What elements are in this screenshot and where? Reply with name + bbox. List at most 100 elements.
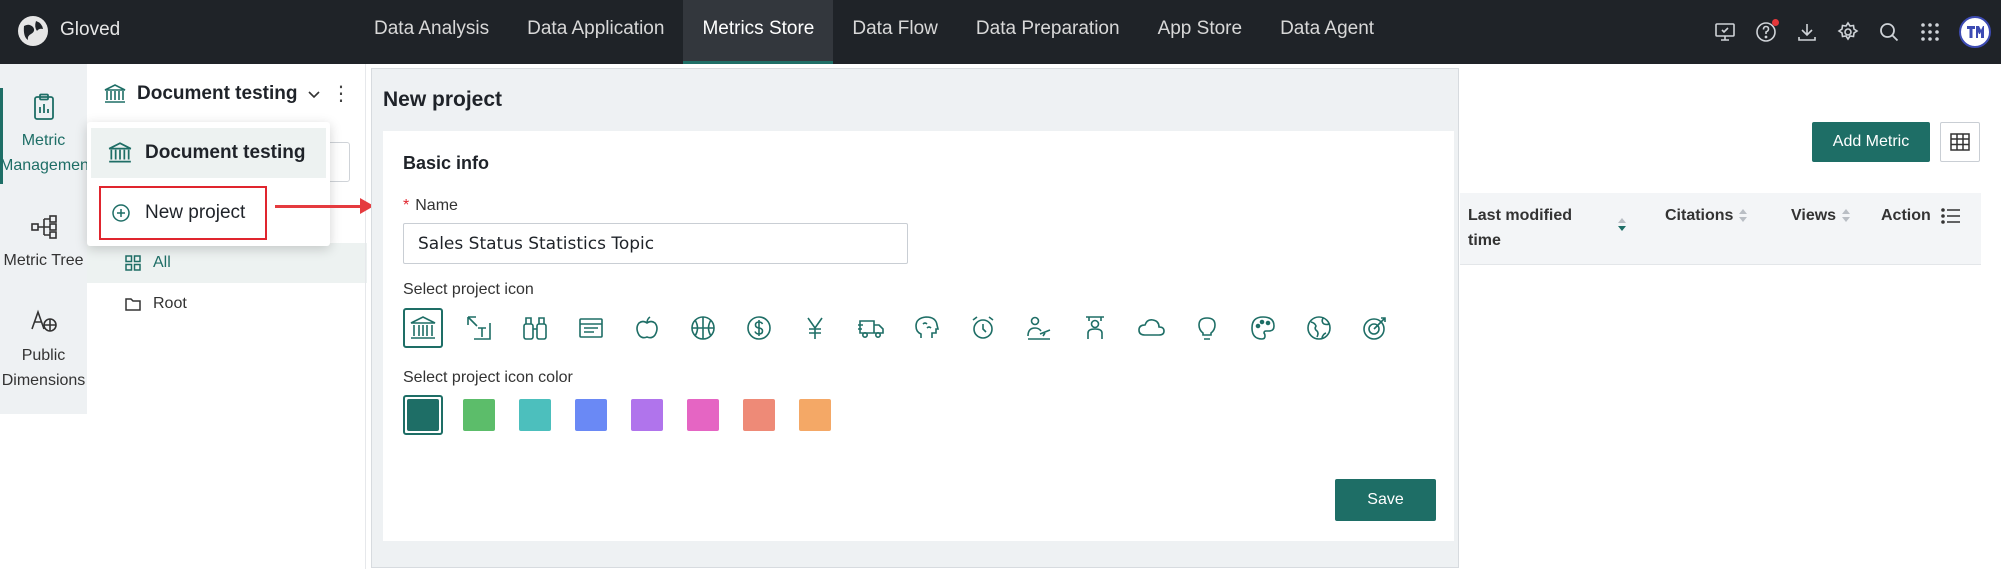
globe-logo-icon[interactable] [16, 14, 50, 48]
icon-option-apple[interactable] [627, 308, 667, 348]
nav-app-store[interactable]: App Store [1139, 0, 1262, 64]
sort-icon[interactable] [1618, 218, 1626, 232]
new-project-button[interactable]: New project [99, 186, 267, 240]
palette-icon [1251, 316, 1275, 340]
color-swatch [575, 399, 607, 431]
color-option-cyan[interactable] [515, 395, 555, 435]
icon-option-person-plane[interactable] [1019, 308, 1059, 348]
person-plane-icon [1027, 316, 1051, 340]
dropdown-item-document-testing[interactable]: Document testing [91, 128, 326, 178]
name-field-label: * Name [403, 197, 458, 215]
lightbulb-icon [1198, 317, 1216, 340]
notification-dot [1772, 18, 1779, 26]
color-swatch [687, 399, 719, 431]
color-option-salmon[interactable] [739, 395, 779, 435]
column-label: Action [1881, 207, 1931, 224]
icon-option-lightbulb[interactable] [1187, 308, 1227, 348]
table-settings-button[interactable] [1940, 122, 1980, 162]
add-metric-button[interactable]: Add Metric [1812, 122, 1930, 162]
brand-name: Gloved [60, 19, 121, 40]
nav-metrics-store[interactable]: Metrics Store [683, 0, 834, 64]
icon-select-label: Select project icon [403, 281, 534, 298]
save-button[interactable]: Save [1335, 479, 1436, 521]
icon-option-teacher[interactable] [1075, 308, 1115, 348]
user-avatar[interactable] [1959, 16, 1991, 48]
tree-icon [30, 215, 57, 239]
bank-icon [108, 142, 132, 163]
column-label: Views [1791, 207, 1837, 224]
nav-data-preparation[interactable]: Data Preparation [957, 0, 1139, 64]
icon-option-cloud[interactable] [1131, 308, 1171, 348]
icon-option-globe[interactable] [1299, 308, 1339, 348]
add-circle-icon [112, 204, 130, 222]
icon-option-alarm-clock[interactable] [963, 308, 1003, 348]
icon-option-news[interactable] [571, 308, 611, 348]
dropdown-item-label: Document testing [145, 142, 306, 163]
icon-option-yen[interactable] [795, 308, 835, 348]
nav-data-flow[interactable]: Data Flow [833, 0, 957, 64]
text-resize-icon [467, 316, 491, 340]
monitor-icon[interactable] [1713, 21, 1736, 44]
color-swatch [799, 399, 831, 431]
color-option-pink[interactable] [683, 395, 723, 435]
chevron-down-icon [308, 91, 321, 99]
icon-option-text-resize[interactable] [459, 308, 499, 348]
folder-item-all[interactable]: All [87, 243, 367, 283]
new-project-modal: New project Basic info * Name Select proj… [371, 68, 1459, 568]
color-option-orange[interactable] [795, 395, 835, 435]
column-label: Citations [1665, 207, 1734, 224]
nav-data-agent[interactable]: Data Agent [1261, 0, 1393, 64]
settings-icon[interactable] [1836, 21, 1859, 44]
list-icon[interactable] [1940, 207, 1961, 225]
help-icon[interactable] [1754, 18, 1779, 44]
color-option-green[interactable] [459, 395, 499, 435]
column-label: Last modified [1468, 207, 1573, 224]
icon-option-dollar[interactable] [739, 308, 779, 348]
icon-option-basketball[interactable] [683, 308, 723, 348]
sort-icon[interactable] [1739, 208, 1748, 223]
binoculars-icon [523, 317, 547, 340]
color-option-blue[interactable] [571, 395, 611, 435]
column-views[interactable]: Views [1791, 203, 1851, 228]
rail-item-public-dimensions[interactable]: Public Dimensions [0, 307, 87, 393]
truck-icon [858, 320, 884, 338]
rail-item-metric-management[interactable]: Metric Managemen [0, 92, 89, 178]
apps-grid-icon[interactable] [1918, 21, 1941, 44]
annotation-arrow [275, 205, 369, 208]
sort-icon[interactable] [1842, 208, 1851, 223]
folder-item-root[interactable]: Root [87, 284, 367, 324]
column-last-modified[interactable]: Last modified time [1468, 203, 1572, 253]
nav-data-analysis[interactable]: Data Analysis [355, 0, 508, 64]
more-options-icon[interactable]: ⋮ [331, 84, 351, 104]
required-mark: * [403, 197, 410, 214]
modal-body: Basic info * Name Select project icon [383, 131, 1454, 541]
icon-option-palette[interactable] [1243, 308, 1283, 348]
color-select-label: Select project icon color [403, 369, 573, 386]
project-selector[interactable]: Document testing [103, 82, 321, 106]
target-icon [1363, 317, 1386, 340]
column-action: Action [1881, 203, 1961, 228]
project-name: Document testing [137, 83, 298, 104]
icon-option-target[interactable] [1355, 308, 1395, 348]
search-icon[interactable] [1877, 21, 1900, 44]
project-name-input[interactable] [403, 223, 908, 264]
color-swatch [519, 399, 551, 431]
column-citations[interactable]: Citations [1665, 203, 1748, 228]
bank-icon [410, 316, 436, 339]
download-icon[interactable] [1795, 21, 1818, 44]
color-swatch [407, 399, 439, 431]
left-rail: Metric Managemen Metric Tree Public Dime… [0, 64, 89, 414]
icon-option-bank[interactable] [403, 308, 443, 348]
icon-option-brain[interactable] [907, 308, 947, 348]
color-option-teal[interactable] [403, 395, 443, 435]
rail-item-metric-tree[interactable]: Metric Tree [0, 212, 87, 273]
icon-option-binoculars[interactable] [515, 308, 555, 348]
apple-icon [636, 316, 658, 339]
bank-icon [104, 84, 126, 103]
nav-data-application[interactable]: Data Application [508, 0, 683, 64]
new-project-label: New project [145, 202, 246, 223]
color-option-purple[interactable] [627, 395, 667, 435]
rail-label: Managemen [0, 157, 89, 174]
icon-option-truck[interactable] [851, 308, 891, 348]
main-nav: Data Analysis Data Application Metrics S… [355, 0, 1393, 64]
